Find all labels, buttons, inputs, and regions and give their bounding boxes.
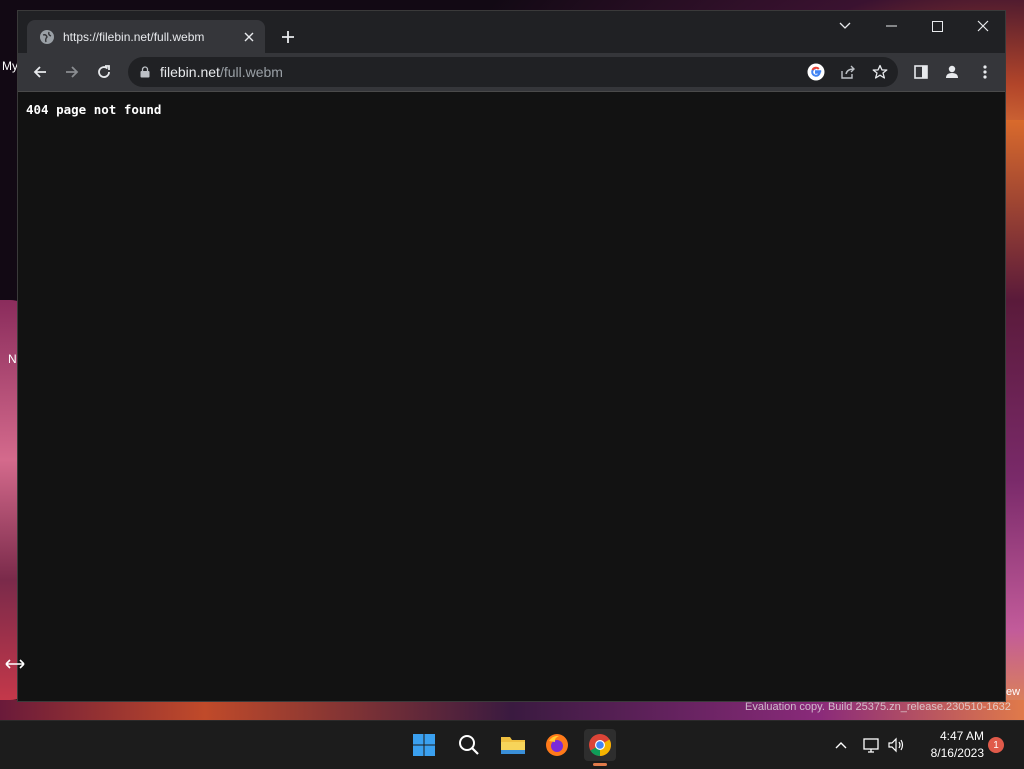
maximize-icon (931, 20, 943, 32)
url-text: filebin.net/full.webm (160, 64, 283, 80)
arrow-right-icon (66, 66, 79, 78)
firefox-icon (546, 734, 568, 756)
forward-button[interactable] (58, 58, 86, 86)
firefox-button[interactable] (541, 729, 573, 761)
chrome-button[interactable] (584, 729, 616, 761)
close-icon (977, 20, 989, 32)
chrome-icon (589, 734, 611, 756)
close-icon[interactable] (241, 29, 257, 45)
search-icon (459, 735, 479, 755)
minimize-icon (885, 25, 897, 27)
reload-button[interactable] (90, 58, 118, 86)
search-button[interactable] (453, 729, 485, 761)
browser-window: https://filebin.net/full.webm filebin.ne… (17, 10, 1006, 702)
start-button[interactable] (408, 729, 440, 761)
back-button[interactable] (26, 58, 54, 86)
evaluation-watermark: Evaluation copy. Build 25375.zn_release.… (745, 701, 1011, 713)
network-icon[interactable] (862, 735, 882, 755)
plus-icon (282, 31, 294, 43)
arrow-left-icon (33, 66, 46, 78)
url-path: /full.webm (219, 64, 283, 80)
profile-icon[interactable] (942, 62, 962, 82)
tab-active[interactable]: https://filebin.net/full.webm (27, 20, 265, 53)
side-panel-icon[interactable] (911, 62, 931, 82)
share-icon[interactable] (837, 62, 859, 82)
file-explorer-button[interactable] (497, 729, 529, 761)
windows-icon (413, 734, 435, 756)
globe-icon (40, 29, 54, 44)
url-host: filebin.net (160, 64, 220, 80)
close-window-button[interactable] (960, 11, 1006, 41)
folder-icon (501, 737, 525, 754)
system-clock[interactable]: 4:47 AM 8/16/2023 (912, 728, 984, 762)
menu-icon[interactable] (975, 62, 995, 82)
title-bar[interactable]: https://filebin.net/full.webm (18, 11, 1005, 53)
lock-icon[interactable] (138, 65, 152, 79)
desktop-icon-label[interactable]: My (2, 59, 18, 73)
desktop-text: ew (1006, 686, 1021, 698)
notification-badge[interactable]: 1 (988, 737, 1004, 753)
taskbar: 4:47 AM 8/16/2023 1 (0, 720, 1024, 769)
reload-icon (98, 65, 110, 78)
show-hidden-icons-button[interactable] (831, 735, 851, 755)
volume-icon[interactable] (886, 735, 906, 755)
browser-toolbar: filebin.net/full.webm (18, 53, 1005, 92)
chevron-up-icon (835, 742, 847, 749)
tab-search-button[interactable] (822, 11, 868, 41)
page-content: 404 page not found (18, 92, 1005, 701)
star-icon[interactable] (869, 62, 891, 82)
clock-time: 4:47 AM (939, 729, 984, 743)
desktop-icon-label[interactable]: N (8, 352, 17, 366)
address-bar[interactable]: filebin.net/full.webm (128, 57, 898, 87)
page-body-text: 404 page not found (26, 102, 162, 117)
new-tab-button[interactable] (276, 25, 300, 49)
clock-date: 8/16/2023 (930, 746, 984, 760)
resize-cursor-icon (5, 659, 25, 669)
maximize-button[interactable] (914, 11, 960, 41)
google-icon[interactable] (805, 62, 827, 82)
minimize-button[interactable] (868, 11, 914, 41)
tab-title: https://filebin.net/full.webm (63, 29, 205, 44)
chevron-down-icon (839, 22, 851, 29)
active-app-indicator (593, 763, 607, 766)
